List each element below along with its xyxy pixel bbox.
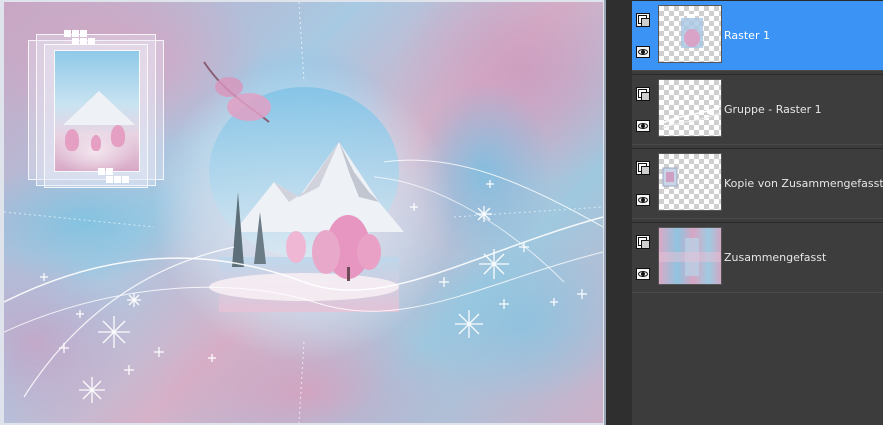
layer-row-zusammengefasst[interactable]: Zusammengefasst xyxy=(632,222,883,293)
layer-row-gruppe-raster-1[interactable]: Gruppe - Raster 1 xyxy=(632,74,883,145)
framed-thumbnail-stack xyxy=(28,30,164,188)
thumbnail-tree xyxy=(65,129,79,151)
layer-thumbnail xyxy=(658,5,722,63)
pixel-block-decoration xyxy=(64,30,71,37)
layer-name: Gruppe - Raster 1 xyxy=(724,103,822,116)
layer-type-icon[interactable] xyxy=(636,235,650,249)
pixel-block-decoration xyxy=(88,38,95,45)
layer-thumbnail xyxy=(658,153,722,211)
layer-name: Kopie von Zusammengefasst xyxy=(724,177,883,190)
layer-icons xyxy=(636,87,654,132)
layer-icons xyxy=(636,235,654,280)
pixel-block-decoration xyxy=(106,168,113,175)
layer-name: Raster 1 xyxy=(724,29,770,42)
thumbnail-scene xyxy=(54,50,140,172)
thumbnail-tree xyxy=(91,135,101,151)
layer-row-raster-1[interactable]: Raster 1 xyxy=(632,0,883,71)
document-canvas-frame xyxy=(0,0,606,425)
pixel-block-decoration xyxy=(80,30,87,37)
document-canvas[interactable] xyxy=(4,2,603,423)
eye-icon[interactable] xyxy=(636,120,650,132)
thumbnail-mountain xyxy=(63,91,135,125)
layers-panel-gutter xyxy=(606,0,632,425)
layer-icons xyxy=(636,161,654,206)
layer-icons xyxy=(636,13,654,58)
layer-thumbnail xyxy=(658,227,722,285)
layer-row-kopie-von-zusammengefasst[interactable]: Kopie von Zusammengefasst xyxy=(632,148,883,219)
layers-panel: Raster 1 Gruppe - Raster 1 Kopie von Zus… xyxy=(606,0,883,425)
pixel-block-decoration xyxy=(106,176,113,183)
pixel-block-decoration xyxy=(80,38,87,45)
pixel-block-decoration xyxy=(72,38,79,45)
pixel-block-decoration xyxy=(122,176,129,183)
eye-icon[interactable] xyxy=(636,194,650,206)
eye-icon[interactable] xyxy=(636,46,650,58)
layer-type-icon[interactable] xyxy=(636,161,650,175)
layer-thumbnail xyxy=(658,79,722,137)
eye-icon[interactable] xyxy=(636,268,650,280)
pixel-block-decoration xyxy=(72,30,79,37)
pixel-block-decoration xyxy=(98,168,105,175)
layer-type-icon[interactable] xyxy=(636,87,650,101)
thumbnail-tree xyxy=(111,125,125,147)
layer-name: Zusammengefasst xyxy=(724,251,827,264)
layer-type-icon[interactable] xyxy=(636,13,650,27)
pixel-block-decoration xyxy=(114,176,121,183)
